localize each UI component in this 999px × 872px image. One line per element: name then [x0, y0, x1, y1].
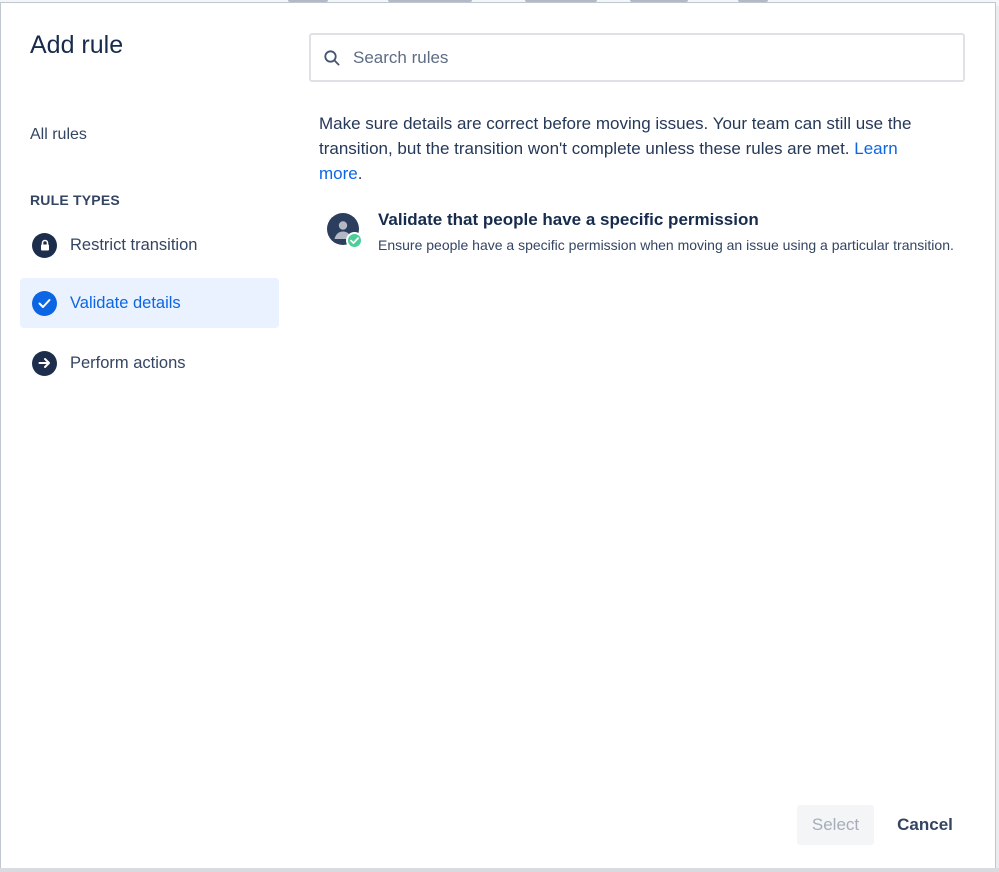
search-box [309, 33, 965, 82]
description-text: Make sure details are correct before mov… [319, 114, 912, 158]
sidebar-item-restrict-transition[interactable]: Restrict transition [20, 220, 279, 270]
sidebar-item-perform-actions[interactable]: Perform actions [20, 338, 279, 388]
check-icon [32, 290, 57, 316]
add-rule-modal: Add rule All rules RULE TYPES Restrict t… [0, 2, 996, 870]
rule-option-specific-permission[interactable]: Validate that people have a specific per… [319, 207, 959, 259]
sidebar-item-label: Restrict transition [70, 235, 198, 254]
modal-title: Add rule [30, 31, 124, 59]
lock-icon [32, 232, 57, 258]
cancel-button[interactable]: Cancel [886, 805, 964, 845]
rule-types-heading: RULE TYPES [30, 192, 120, 208]
sidebar-item-label: Validate details [70, 293, 181, 312]
sidebar-item-label: Perform actions [70, 353, 186, 372]
rule-description: Ensure people have a specific permission… [378, 237, 954, 253]
arrow-right-icon [32, 350, 57, 376]
search-icon [323, 49, 341, 67]
description-suffix: . [357, 164, 363, 183]
sidebar-item-all-rules[interactable]: All rules [30, 126, 87, 144]
backdrop-bottom [0, 868, 999, 872]
sidebar-item-validate-details[interactable]: Validate details [20, 278, 279, 328]
rule-type-description: Make sure details are correct before mov… [319, 111, 939, 186]
user-permission-icon [326, 212, 364, 250]
search-input[interactable] [351, 46, 963, 69]
rule-title: Validate that people have a specific per… [378, 210, 759, 229]
select-button[interactable]: Select [797, 805, 874, 845]
